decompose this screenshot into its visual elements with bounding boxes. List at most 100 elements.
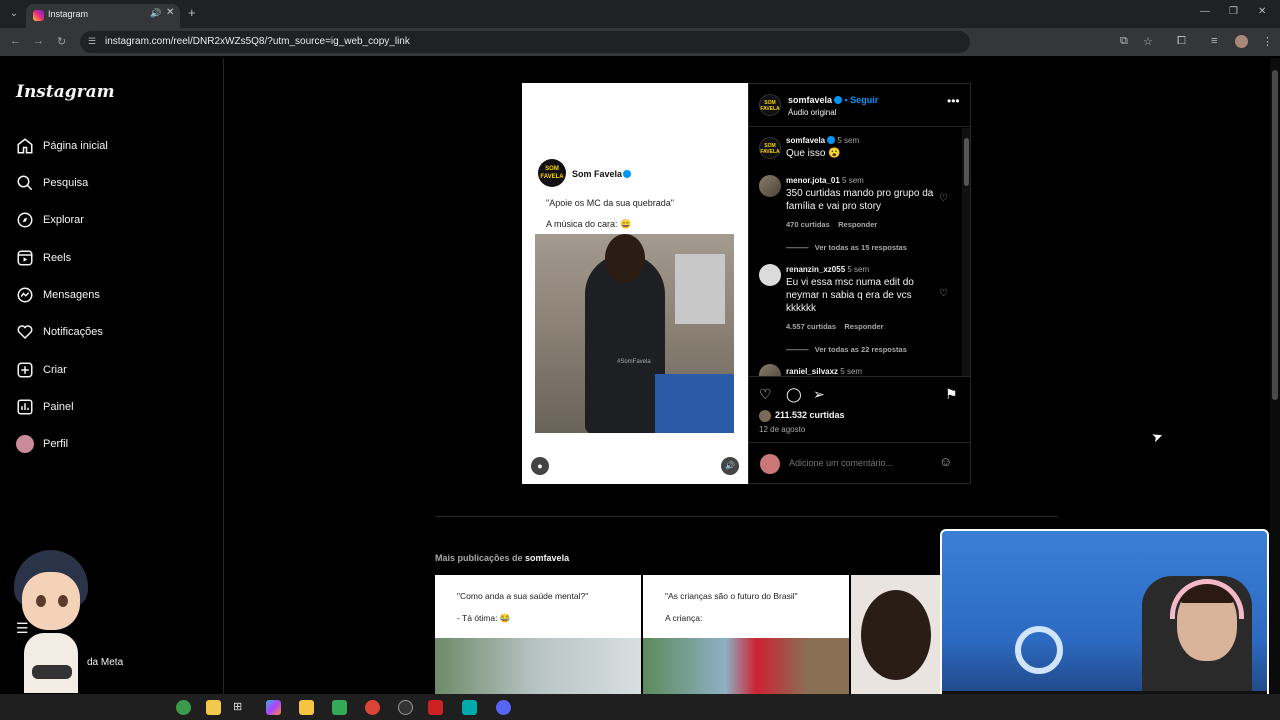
obs-icon[interactable] — [398, 700, 413, 715]
discord-icon[interactable] — [496, 700, 511, 715]
comment-avatar[interactable] — [759, 264, 781, 286]
reading-list-icon[interactable]: ≡ — [1211, 35, 1217, 47]
bookmark-star-icon[interactable]: ☆ — [1143, 35, 1153, 48]
webcam-overlay — [940, 529, 1269, 712]
more-post-thumbnail[interactable] — [851, 575, 940, 694]
comment-author[interactable]: raniel_silvaxz 5 sem — [786, 367, 862, 376]
forward-icon[interactable]: → — [33, 35, 44, 47]
url-field[interactable]: ☰ instagram.com/reel/DNR2xWZs5Q8/?utm_so… — [80, 31, 970, 53]
maximize-icon[interactable]: ❐ — [1229, 6, 1238, 17]
volume-icon[interactable]: 🔊 — [721, 457, 739, 475]
section-divider — [435, 516, 1058, 517]
profile-avatar — [16, 435, 34, 453]
sidebar-item-dashboard[interactable]: Painel — [16, 395, 74, 419]
comment-text: 350 curtidas mando pro grupo da família … — [786, 188, 934, 212]
like-heart-icon[interactable]: ♡ — [759, 386, 772, 403]
view-replies-button[interactable]: ——— Ver todas as 22 respostas — [786, 345, 907, 354]
sidebar-item-reels[interactable]: Reels — [16, 246, 71, 270]
more-post-thumbnail[interactable]: "Como anda a sua saúde mental?" - Tá óti… — [435, 575, 641, 694]
like-comment-icon[interactable]: ♡ — [939, 288, 948, 299]
comment-icon[interactable]: ◯ — [786, 386, 802, 403]
more-post-thumbnail[interactable]: "As crianças são o futuro do Brasil" A c… — [643, 575, 849, 694]
reel-video[interactable]: SOM FAVELA Som Favela "Apoie os MC da su… — [522, 83, 748, 484]
mouse-cursor-icon: ➤ — [1149, 427, 1165, 446]
sidebar-item-create[interactable]: Criar — [16, 358, 67, 382]
reply-button[interactable]: Responder — [844, 322, 883, 331]
sidebar-item-profile[interactable]: Perfil — [16, 432, 68, 456]
reload-icon[interactable]: ↻ — [57, 35, 66, 48]
messenger-icon — [17, 287, 33, 303]
sidebar-item-label: Página inicial — [43, 140, 108, 152]
app-icon[interactable] — [428, 700, 443, 715]
comment-author[interactable]: renanzin_xz055 5 sem — [786, 265, 869, 274]
post-author-avatar[interactable]: SOM FAVELA — [759, 94, 781, 116]
sidebar-item-explore[interactable]: Explorar — [16, 208, 84, 232]
post-date: 12 de agosto — [759, 425, 806, 434]
speaker-icon[interactable]: 🔊 — [150, 8, 161, 19]
copilot-icon[interactable] — [266, 700, 281, 715]
minimize-icon[interactable]: — — [1200, 6, 1210, 17]
task-view-icon[interactable]: ⊞ — [233, 700, 248, 715]
video-frame: #SomFavela — [535, 234, 734, 433]
browser-profile-avatar[interactable] — [1235, 35, 1248, 48]
post-author: somfavela • Seguir — [788, 95, 878, 105]
page-scrollbar-thumb[interactable] — [1272, 70, 1278, 400]
comment-author[interactable]: menor.jota_01 5 sem — [786, 176, 864, 185]
sidebar-item-search[interactable]: Pesquisa — [16, 171, 88, 195]
reels-icon — [17, 250, 33, 266]
view-replies-button[interactable]: ——— Ver todas as 15 respostas — [786, 243, 907, 252]
comment-avatar[interactable] — [759, 364, 781, 376]
comment-likes: 4.557 curtidas Responder — [786, 322, 884, 331]
verified-icon — [827, 136, 836, 144]
weather-icon[interactable] — [176, 700, 191, 715]
new-tab-icon[interactable]: + — [188, 5, 196, 20]
sidebar-item-notifications[interactable]: Notificações — [16, 320, 103, 344]
browser-tab[interactable]: Instagram 🔊 ✕ — [26, 4, 180, 28]
instagram-logo[interactable]: Instagram — [16, 82, 115, 102]
widget-icon[interactable] — [206, 700, 221, 715]
comment-author[interactable]: somfavela 5 sem — [786, 136, 859, 145]
app-icon[interactable] — [462, 700, 477, 715]
window-close-icon[interactable]: ✕ — [1258, 6, 1266, 17]
emoji-icon[interactable]: ☺ — [939, 454, 952, 469]
comment-avatar[interactable]: SOM FAVELA — [759, 137, 781, 159]
like-comment-icon[interactable]: ♡ — [939, 193, 948, 204]
current-user-avatar — [760, 454, 780, 474]
sidebar-item-home[interactable]: Página inicial — [16, 134, 108, 158]
more-posts-user[interactable]: somfavela — [525, 553, 569, 563]
post-username[interactable]: somfavela — [788, 95, 832, 105]
chrome-icon[interactable] — [365, 700, 380, 715]
dashboard-icon — [17, 399, 33, 415]
follow-button[interactable]: • Seguir — [845, 95, 879, 105]
site-info-icon[interactable]: ☰ — [88, 36, 96, 47]
close-icon[interactable]: ✕ — [166, 7, 174, 18]
sidebar-item-messages[interactable]: Mensagens — [16, 283, 100, 307]
comments-scrollbar-thumb[interactable] — [964, 138, 969, 186]
kebab-menu-icon[interactable]: ⋮ — [1262, 35, 1273, 48]
search-icon — [17, 175, 33, 191]
comment-input[interactable] — [789, 458, 929, 468]
original-audio[interactable]: Áudio original — [788, 108, 836, 117]
bookmark-icon[interactable]: ⚑ — [945, 386, 958, 403]
browser-tab-bar: ⌄ Instagram 🔊 ✕ + — ❐ ✕ — [0, 0, 1280, 28]
tab-title: Instagram — [48, 9, 89, 19]
reply-button[interactable]: Responder — [838, 220, 877, 229]
tagged-user-icon[interactable]: ● — [531, 457, 549, 475]
thumbnail-text: - Tá ótima: 😂 — [457, 613, 511, 623]
video-subtitle: A música do cara: 😄 — [546, 219, 632, 229]
ring-light — [1015, 626, 1063, 674]
likes-count[interactable]: 211.532 curtidas — [775, 410, 845, 420]
more-options-icon[interactable]: ••• — [947, 94, 960, 108]
comment-avatar[interactable] — [759, 175, 781, 197]
file-explorer-icon[interactable] — [299, 700, 314, 715]
video-quote: "Apoie os MC da sua quebrada" — [546, 198, 674, 208]
home-icon — [17, 138, 33, 154]
share-icon[interactable]: ➢ — [813, 386, 825, 403]
extensions-icon[interactable]: ⧠ — [1177, 35, 1186, 48]
app-icon[interactable] — [332, 700, 347, 715]
sticker-eye — [58, 595, 68, 607]
url-text[interactable]: instagram.com/reel/DNR2xWZs5Q8/?utm_sour… — [105, 36, 410, 47]
install-icon[interactable]: ⧉ — [1120, 35, 1128, 48]
tab-search-icon[interactable]: ⌄ — [6, 6, 22, 22]
back-icon[interactable]: ← — [10, 35, 21, 47]
